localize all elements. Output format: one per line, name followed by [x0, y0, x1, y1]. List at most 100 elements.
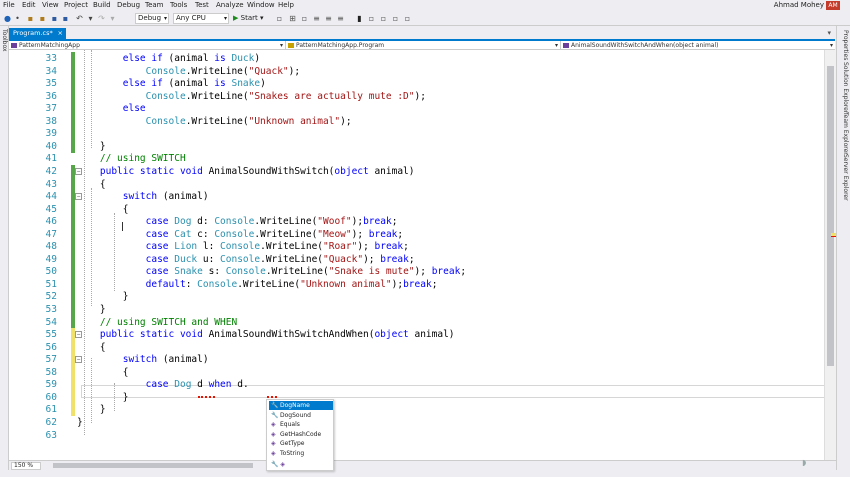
menu-window[interactable]: Window — [247, 1, 275, 9]
menu-edit[interactable]: Edit — [22, 1, 36, 9]
code-line[interactable]: 43 { — [9, 177, 824, 191]
code-line[interactable]: 54 // using SWITCH and WHEN — [9, 315, 824, 329]
completion-item[interactable]: ◈ GetHashCode — [269, 430, 333, 439]
code-line[interactable]: 42− public static void AnimalSoundWithSw… — [9, 164, 824, 178]
menu-test[interactable]: Test — [195, 1, 209, 9]
code-line[interactable]: 48 case Lion l: Console.WriteLine("Roar"… — [9, 240, 824, 254]
code-line[interactable]: 36 Console.WriteLine("Snakes are actuall… — [9, 89, 824, 103]
avatar[interactable]: AM — [826, 1, 840, 10]
menu-view[interactable]: View — [42, 1, 59, 9]
code-line[interactable]: 51 default: Console.WriteLine("Unknown a… — [9, 277, 824, 291]
toolbar-icon[interactable]: ▫ — [275, 14, 284, 23]
line-number: 43 — [45, 178, 57, 190]
code-line[interactable]: 52 } — [9, 290, 824, 304]
code-line[interactable]: 60 } — [9, 390, 824, 404]
code-line[interactable]: 46 case Dog d: Console.WriteLine("Woof")… — [9, 215, 824, 229]
save-icon[interactable]: ▪ — [50, 14, 59, 23]
start-button[interactable]: ▶ Start ▾ — [233, 13, 263, 24]
undo-icon[interactable]: ↶ — [75, 14, 84, 23]
completion-item[interactable]: ◈ GetType — [269, 439, 333, 448]
code-line[interactable]: 58 { — [9, 365, 824, 379]
menu-team[interactable]: Team — [145, 1, 164, 9]
menu-file[interactable]: File — [3, 1, 15, 9]
toolbar-icon[interactable]: ▫ — [367, 14, 376, 23]
completion-item[interactable]: 🔧 DogSound — [269, 411, 333, 420]
toolbar-icon[interactable]: ≡ — [324, 14, 333, 23]
redo-icon[interactable]: ↷ — [97, 14, 106, 23]
code-text: } — [77, 304, 106, 315]
code-line[interactable]: 63 — [9, 429, 824, 442]
toolbar-icon[interactable]: ▫ — [300, 14, 309, 23]
code-line[interactable]: 35 else if (animal is Snake) — [9, 77, 824, 91]
code-line[interactable]: 49 case Duck u: Console.WriteLine("Quack… — [9, 252, 824, 266]
menu-analyze[interactable]: Analyze — [216, 1, 244, 9]
code-line[interactable]: 62} — [9, 416, 824, 429]
toolbar-icon[interactable]: ▫ — [391, 14, 400, 23]
toolbar-icon[interactable]: ≡ — [336, 14, 345, 23]
chevron-down-icon[interactable]: ▾ — [827, 29, 831, 37]
horizontal-scrollbar-thumb[interactable] — [53, 463, 253, 468]
code-line[interactable]: 55− public static void AnimalSoundWithSw… — [9, 328, 824, 342]
menu-build[interactable]: Build — [93, 1, 111, 9]
code-line[interactable]: 44− switch (animal) — [9, 190, 824, 204]
code-line[interactable]: 40 } — [9, 139, 824, 153]
menu-debug[interactable]: Debug — [117, 1, 140, 9]
forward-icon[interactable]: • — [13, 14, 22, 23]
code-text: public static void AnimalSoundWithSwitch… — [99, 165, 415, 177]
user-name[interactable]: Ahmad Mohey — [774, 1, 824, 9]
code-line[interactable]: 56 { — [9, 340, 824, 354]
code-line[interactable]: 39 — [9, 127, 824, 141]
configuration-select[interactable]: Debug ▾ — [135, 13, 169, 24]
code-line[interactable]: 34 Console.WriteLine("Quack"); — [9, 64, 824, 78]
code-editor[interactable]: 33 else if (animal is Duck) 34 Console.Wr… — [9, 50, 824, 460]
menu-help[interactable]: Help — [278, 1, 294, 9]
zoom-select[interactable]: 150 % — [11, 462, 41, 470]
toolbar-icon[interactable]: ⊞ — [288, 14, 297, 23]
vertical-scrollbar[interactable] — [824, 50, 836, 460]
code-line[interactable]: 45 { — [9, 202, 824, 216]
code-line[interactable]: 61 } — [9, 403, 824, 417]
code-line[interactable]: 33 else if (animal is Duck) — [9, 52, 824, 65]
code-line[interactable]: 50 case Snake s: Console.WriteLine("Snak… — [9, 265, 824, 279]
toolbar-icon[interactable]: ≡ — [312, 14, 321, 23]
code-line[interactable]: 53 } — [9, 303, 824, 316]
team-explorer-tab[interactable]: Team Explorer — [842, 112, 849, 155]
new-project-icon[interactable]: ▪ — [26, 14, 35, 23]
completion-item[interactable]: ◈ ToString — [269, 449, 333, 458]
code-line[interactable]: 47 case Cat c: Console.WriteLine("Meow")… — [9, 227, 824, 241]
scrollbar-thumb[interactable] — [827, 66, 834, 366]
line-number: 50 — [45, 266, 57, 278]
change-marker — [71, 64, 75, 78]
code-line[interactable]: 59 case Dog d when d. — [9, 378, 824, 392]
toolbar-icon[interactable]: ▫ — [379, 14, 388, 23]
save-all-icon[interactable]: ▪ — [61, 14, 70, 23]
server-explorer-tab[interactable]: Server Explorer — [842, 154, 849, 201]
solution-explorer-tab[interactable]: Solution Explorer — [842, 62, 849, 113]
code-line[interactable]: 41 // using SWITCH — [9, 152, 824, 165]
project-dropdown[interactable]: PatternMatchingApp ▾ — [9, 41, 286, 50]
completion-item[interactable]: ◈ Equals — [269, 420, 333, 429]
method-icon[interactable]: ◈ — [280, 461, 285, 468]
completion-item[interactable]: 🔧 DogName — [269, 401, 333, 410]
platform-select[interactable]: Any CPU ▾ — [173, 13, 229, 24]
code-line[interactable]: 38 Console.WriteLine("Unknown animal"); — [9, 114, 824, 128]
chevron-down-icon[interactable]: ▾ — [86, 14, 95, 23]
menu-project[interactable]: Project — [64, 1, 88, 9]
bookmark-icon[interactable]: ▮ — [355, 14, 364, 23]
wrench-icon[interactable]: 🔧 — [271, 461, 278, 468]
menu-tools[interactable]: Tools — [170, 1, 187, 9]
tab-program-cs[interactable]: Program.cs* × — [9, 28, 66, 39]
code-line[interactable]: 37 else — [9, 102, 824, 116]
type-dropdown[interactable]: PatternMatchingApp.Program ▾ — [286, 41, 561, 50]
member-dropdown[interactable]: AnimalSoundWithSwitchAndWhen(object anim… — [561, 41, 835, 50]
chevron-down-icon[interactable]: ▾ — [108, 14, 117, 23]
properties-tab[interactable]: Properties — [842, 30, 849, 60]
completion-filter-bar: 🔧 ◈ — [271, 461, 285, 468]
intellisense-list[interactable]: 🔧 ◈ 🔧 DogName 🔧 DogSound ◈ Equals ◈ GetHashCode… — [266, 399, 334, 471]
toolbar-icon[interactable]: ▫ — [403, 14, 412, 23]
back-icon[interactable]: ● — [3, 14, 12, 23]
open-icon[interactable]: ▪ — [38, 14, 47, 23]
toolbox-tab[interactable]: Toolbox — [1, 29, 8, 52]
code-line[interactable]: 57− switch (animal) — [9, 353, 824, 367]
close-icon[interactable]: × — [58, 28, 63, 39]
